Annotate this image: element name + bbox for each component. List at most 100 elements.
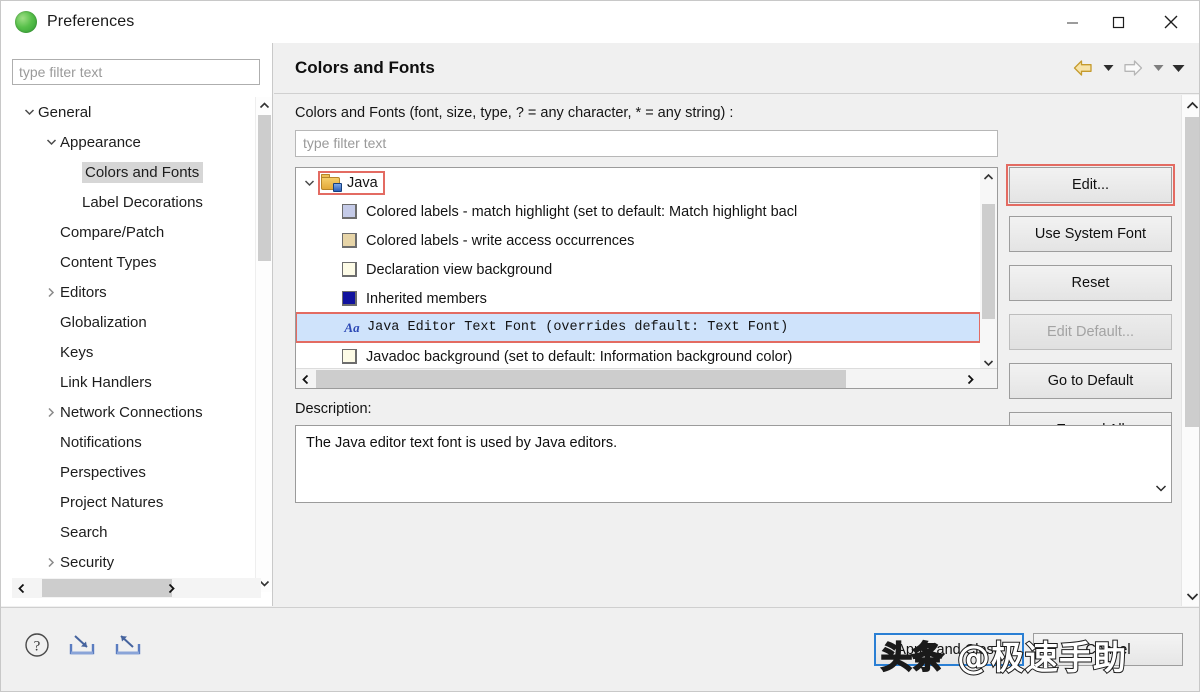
- tree-vertical-scrollbar[interactable]: [980, 168, 997, 371]
- sidebar-item-label: Label Decorations: [82, 193, 203, 211]
- use-system-font-button[interactable]: Use System Font: [1009, 216, 1172, 252]
- back-menu-caret-down-icon[interactable]: [1099, 55, 1117, 81]
- chevron-right-icon[interactable]: [42, 407, 60, 418]
- sidebar-item-colors-and-fonts[interactable]: Colors and Fonts: [12, 157, 261, 187]
- page-vertical-scrollbar[interactable]: [1181, 95, 1199, 606]
- sidebar-item-search[interactable]: Search: [12, 517, 261, 547]
- scroll-left-icon[interactable]: [12, 578, 32, 598]
- sidebar-item-general[interactable]: General: [12, 97, 261, 127]
- view-menu-caret-down-icon[interactable]: [1169, 55, 1187, 81]
- scrollbar-thumb[interactable]: [258, 115, 271, 261]
- sidebar-item-security[interactable]: Security: [12, 547, 261, 577]
- tree-row-label: Inherited members: [366, 290, 487, 307]
- tree-row[interactable]: Declaration view background: [296, 255, 980, 284]
- tree-row[interactable]: Aa Java Editor Text Font (overrides defau…: [296, 312, 980, 343]
- chevron-down-icon[interactable]: [20, 108, 38, 116]
- scrollbar-thumb[interactable]: [316, 370, 846, 388]
- sidebar-item-editors[interactable]: Editors: [12, 277, 261, 307]
- import-preferences-icon[interactable]: [67, 631, 97, 664]
- sidebar-item-network-connections[interactable]: Network Connections: [12, 397, 261, 427]
- sidebar-item-content-types[interactable]: Content Types: [12, 247, 261, 277]
- window-title: Preferences: [47, 13, 135, 30]
- sidebar-item-keys[interactable]: Keys: [12, 337, 261, 367]
- sidebar-item-link-handlers[interactable]: Link Handlers: [12, 367, 261, 397]
- sidebar-tree[interactable]: General Appearance Colors and Fonts Label D…: [12, 97, 261, 592]
- sidebar-item-label: Network Connections: [60, 403, 203, 421]
- sidebar-vertical-scrollbar[interactable]: [255, 97, 272, 592]
- scroll-down-icon[interactable]: [1182, 586, 1199, 606]
- tree-row-label: Javadoc background (set to default: Info…: [366, 348, 793, 365]
- scroll-left-icon[interactable]: [296, 369, 316, 388]
- sidebar-item-label: Notifications: [60, 433, 142, 451]
- scrollbar-thumb[interactable]: [42, 579, 172, 597]
- sidebar-item-globalization[interactable]: Globalization: [12, 307, 261, 337]
- tree-row-label: Declaration view background: [366, 261, 553, 278]
- tree-row-label: Colored labels - write access occurrence…: [366, 232, 635, 249]
- chevron-down-icon[interactable]: [300, 179, 318, 187]
- page-header: Colors and Fonts: [274, 43, 1199, 94]
- tree-horizontal-scrollbar[interactable]: [296, 368, 997, 388]
- go-to-default-button[interactable]: Go to Default: [1009, 363, 1172, 399]
- title-bar: Preferences: [1, 1, 1199, 43]
- scroll-up-icon[interactable]: [980, 168, 997, 185]
- sidebar-item-label: Perspectives: [60, 463, 146, 481]
- svg-text:?: ?: [34, 639, 41, 655]
- export-preferences-icon[interactable]: [113, 631, 143, 664]
- close-icon[interactable]: [1141, 1, 1199, 43]
- tree-root-java[interactable]: Java: [296, 168, 980, 197]
- color-swatch-icon: [342, 233, 357, 248]
- sidebar-item-notifications[interactable]: Notifications: [12, 427, 261, 457]
- page-navigation: [1069, 55, 1187, 81]
- sidebar-item-project-natures[interactable]: Project Natures: [12, 487, 261, 517]
- folder-java-icon: [321, 174, 342, 192]
- tree-row[interactable]: Javadoc background (set to default: Info…: [296, 342, 980, 371]
- sidebar-item-perspectives[interactable]: Perspectives: [12, 457, 261, 487]
- description-label: Description:: [295, 401, 372, 417]
- scrollbar-thumb[interactable]: [1185, 117, 1199, 427]
- scrollbar-thumb[interactable]: [982, 204, 995, 319]
- preference-page: Colors and Fonts Colors and Fonts (font,…: [274, 43, 1199, 606]
- footer-icons: ?: [23, 631, 143, 664]
- sidebar-item-label: Link Handlers: [60, 373, 152, 391]
- scroll-right-icon[interactable]: [960, 369, 980, 388]
- maximize-icon[interactable]: [1095, 1, 1141, 43]
- sidebar-item-compare-patch[interactable]: Compare/Patch: [12, 217, 261, 247]
- minimize-icon[interactable]: [1049, 1, 1095, 43]
- chevron-right-icon[interactable]: [42, 287, 60, 298]
- sidebar-horizontal-scrollbar[interactable]: [12, 578, 261, 598]
- reset-button[interactable]: Reset: [1009, 265, 1172, 301]
- tree-row[interactable]: Inherited members: [296, 284, 980, 313]
- scroll-up-icon[interactable]: [1182, 95, 1199, 115]
- sidebar-item-label: Security: [60, 553, 115, 571]
- forward-menu-caret-down-icon[interactable]: [1149, 55, 1167, 81]
- sidebar-item-appearance[interactable]: Appearance: [12, 127, 261, 157]
- sidebar-item-label: Appearance: [60, 133, 141, 151]
- colors-and-fonts-tree[interactable]: Java Colored labels - match highlight (se…: [295, 167, 998, 389]
- chevron-down-icon[interactable]: [42, 138, 60, 146]
- eclipse-circle-icon: [15, 11, 37, 33]
- footer-buttons: Apply and Close Cancel: [874, 633, 1183, 666]
- font-tree-filter-input[interactable]: type filter text: [295, 130, 998, 157]
- edit-button[interactable]: Edit...: [1006, 164, 1175, 206]
- sidebar-filter-input[interactable]: type filter text: [12, 59, 260, 85]
- sidebar-item-label: Project Natures: [60, 493, 164, 511]
- cancel-button[interactable]: Cancel: [1033, 633, 1183, 666]
- tree-root-label: Java: [347, 174, 378, 191]
- sidebar-item-label: Search: [60, 523, 108, 541]
- description-scroll-down-icon[interactable]: [1155, 480, 1167, 498]
- chevron-right-icon[interactable]: [42, 557, 60, 568]
- sidebar-item-label-decorations[interactable]: Label Decorations: [12, 187, 261, 217]
- scroll-right-icon[interactable]: [161, 578, 181, 598]
- apply-and-close-button[interactable]: Apply and Close: [874, 633, 1024, 666]
- tree-row[interactable]: Colored labels - write access occurrence…: [296, 226, 980, 255]
- tree-row[interactable]: Colored labels - match highlight (set to…: [296, 197, 980, 226]
- back-arrow-icon[interactable]: [1069, 55, 1097, 81]
- sidebar-item-label: Globalization: [60, 313, 147, 331]
- section-label: Colors and Fonts (font, size, type, ? = …: [295, 105, 734, 121]
- color-swatch-icon: [342, 349, 357, 364]
- color-swatch-icon: [342, 291, 357, 306]
- sidebar-item-label: Colors and Fonts: [82, 161, 204, 183]
- description-box: The Java editor text font is used by Jav…: [295, 425, 1172, 503]
- scroll-up-icon[interactable]: [256, 97, 273, 114]
- help-icon[interactable]: ?: [23, 631, 51, 664]
